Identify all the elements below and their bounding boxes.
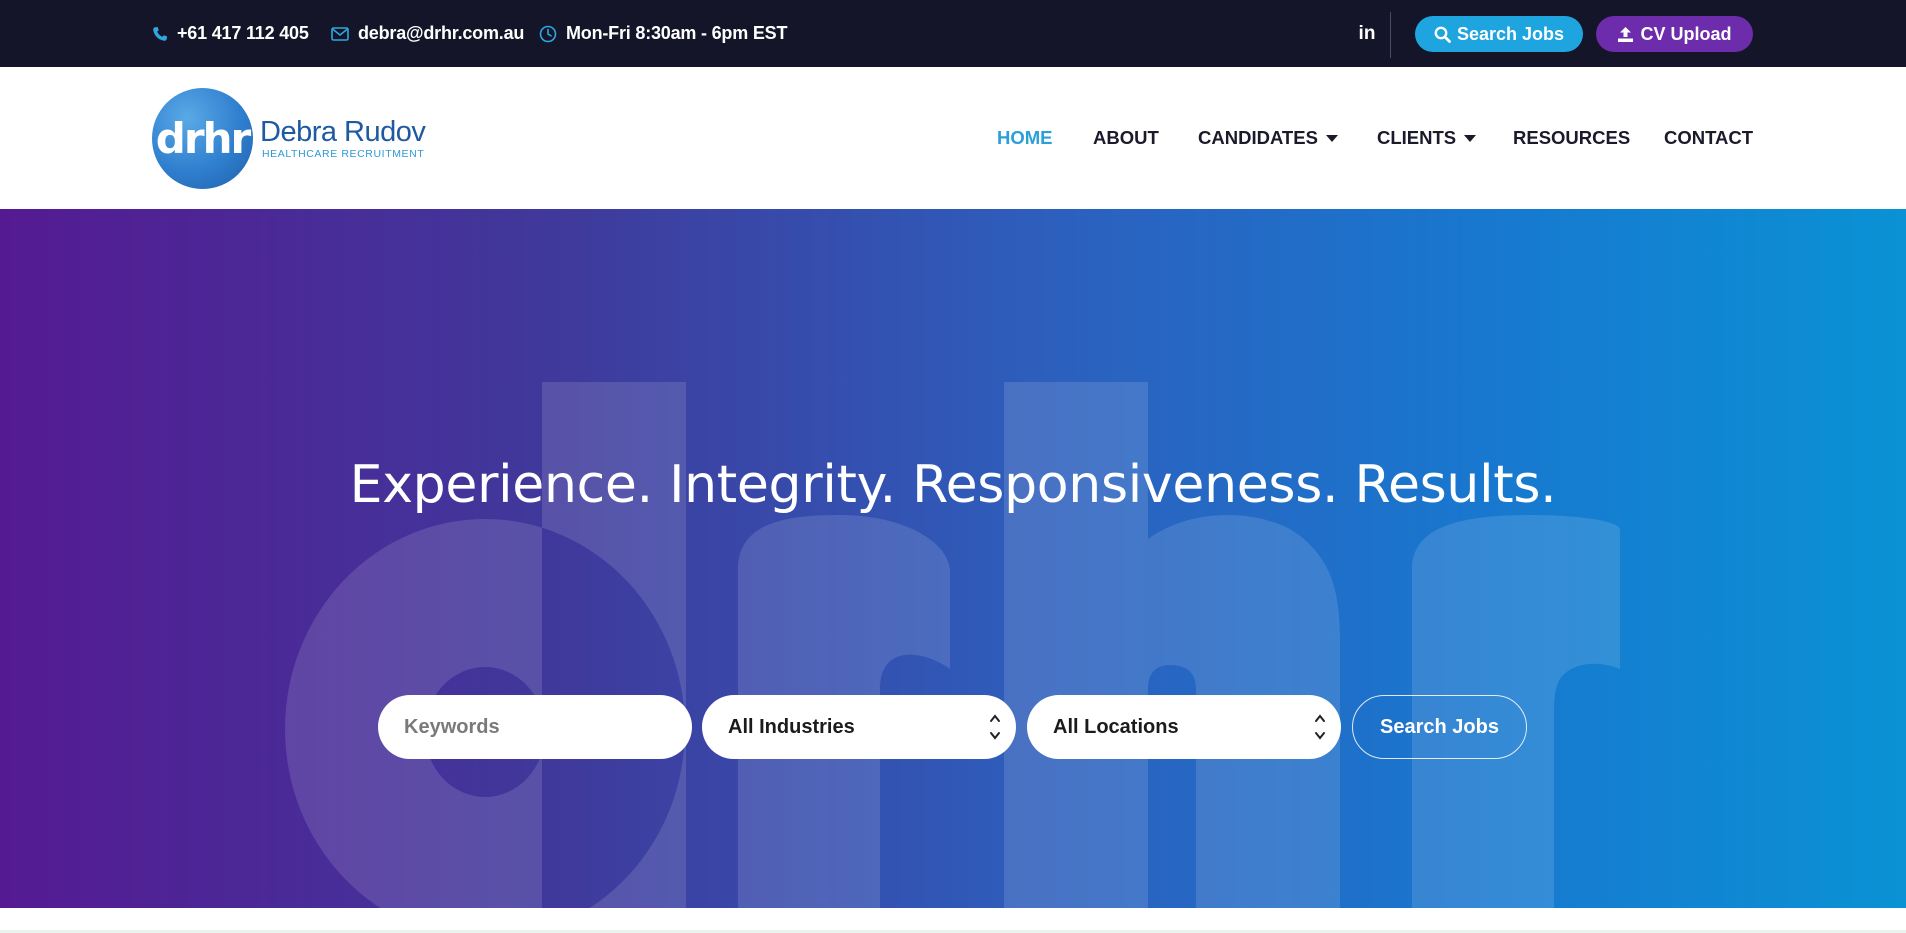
topbar-divider (1390, 12, 1391, 58)
nav-item-candidates[interactable]: CANDIDATES (1198, 67, 1338, 209)
logo-text: Debra Rudov HEALTHCARE RECRUITMENT (260, 116, 426, 160)
cv-upload-button[interactable]: CV Upload (1596, 16, 1753, 52)
nav-item-home[interactable]: HOME (997, 67, 1053, 209)
nav-item-label: HOME (997, 127, 1053, 148)
job-search-form: Keywords All Industries All Locations Se… (0, 695, 1906, 759)
nav-item-label: CONTACT (1664, 127, 1754, 148)
drhr-watermark (285, 382, 1620, 908)
site-header: drhr Debra Rudov HEALTHCARE RECRUITMENT … (0, 67, 1906, 209)
nav-item-label: RESOURCES (1513, 127, 1631, 148)
logo-name: Debra Rudov (260, 116, 426, 148)
locations-select[interactable]: All Locations (1027, 695, 1341, 759)
logo-mark: drhr (152, 88, 253, 189)
email-contact[interactable]: debra@drhr.com.au (331, 0, 524, 67)
nav-item-label: CLIENTS (1377, 127, 1457, 148)
nav-item-contact[interactable]: CONTACT (1664, 67, 1753, 209)
linkedin-icon[interactable]: in (1352, 0, 1382, 67)
search-icon (1434, 26, 1451, 43)
clock-icon (539, 25, 557, 42)
phone-icon (153, 26, 167, 41)
nav-item-about[interactable]: ABOUT (1093, 67, 1159, 209)
industries-select[interactable]: All Industries (702, 695, 1016, 759)
caret-down-icon (1464, 134, 1477, 142)
locations-selected-value: All Locations (1053, 715, 1179, 738)
site-logo[interactable]: drhr Debra Rudov HEALTHCARE RECRUITMENT (152, 88, 426, 189)
phone-number: +61 417 112 405 (177, 23, 309, 43)
nav-item-resources[interactable]: RESOURCES (1513, 67, 1630, 209)
search-jobs-label: Search Jobs (1456, 23, 1565, 44)
search-jobs-button[interactable]: Search Jobs (1415, 16, 1583, 52)
hero-search-jobs-button[interactable]: Search Jobs (1352, 695, 1527, 759)
industries-selected-value: All Industries (728, 715, 855, 738)
upload-icon (1618, 26, 1634, 42)
hero-banner: Experience. Integrity. Responsiveness. R… (0, 209, 1906, 908)
office-hours: Mon-Fri 8:30am - 6pm EST (539, 0, 787, 67)
logo-subtitle: HEALTHCARE RECRUITMENT (262, 148, 425, 160)
email-address: debra@drhr.com.au (358, 23, 525, 43)
caret-down-icon (1325, 134, 1338, 142)
nav-item-label: ABOUT (1093, 127, 1159, 148)
cv-upload-label: CV Upload (1640, 23, 1732, 44)
keywords-input[interactable]: Keywords (378, 695, 692, 759)
phone-contact[interactable]: +61 417 112 405 (152, 0, 309, 67)
nav-item-clients[interactable]: CLIENTS (1377, 67, 1477, 209)
envelope-icon (331, 26, 349, 41)
hero-title: Experience. Integrity. Responsiveness. R… (349, 455, 1557, 515)
nav-item-label: CANDIDATES (1198, 127, 1318, 148)
hours-text: Mon-Fri 8:30am - 6pm EST (566, 23, 788, 43)
updown-arrows-icon (990, 714, 1000, 740)
top-utility-bar: +61 417 112 405 debra@drhr.com.au Mon-Fr… (0, 0, 1906, 67)
updown-arrows-icon (1315, 714, 1325, 740)
